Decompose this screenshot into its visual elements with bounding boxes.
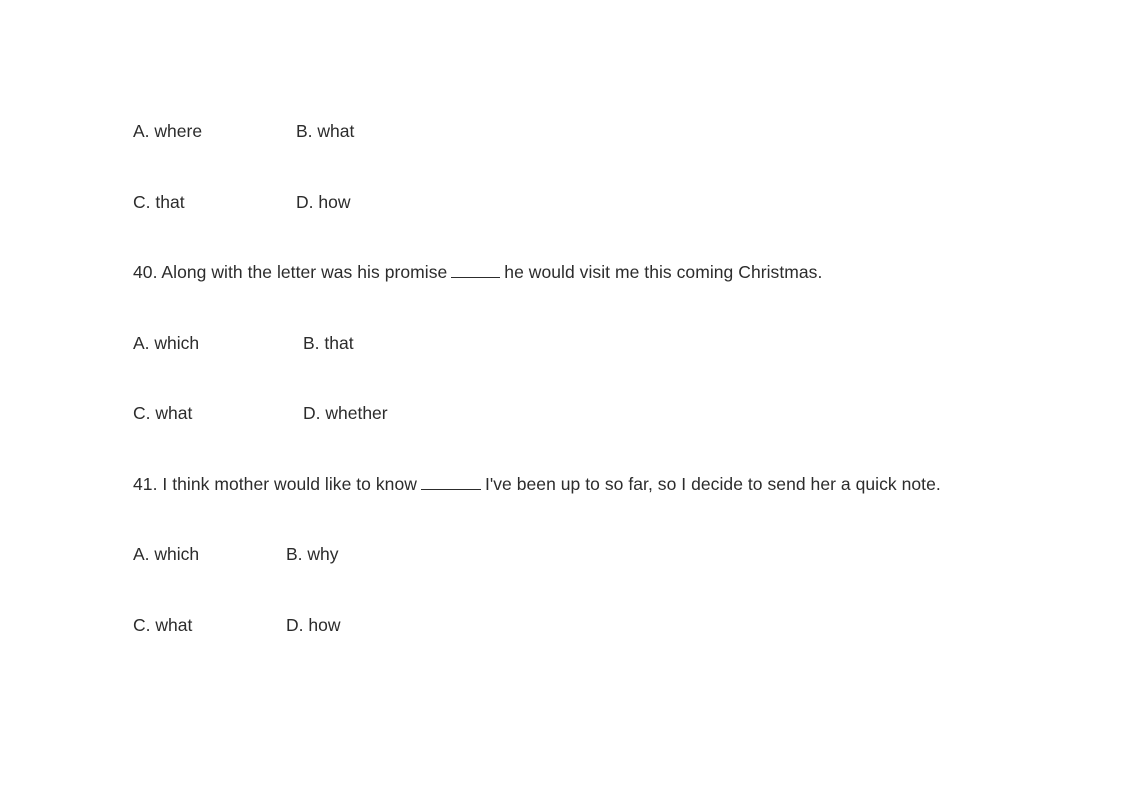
question-41-text-after-blank: I've been up to so far, so I decide to s…	[484, 473, 941, 494]
option-b[interactable]: B. why	[286, 542, 339, 566]
option-c[interactable]: C. that	[133, 190, 185, 214]
question-40-text-after-blank: he would visit me this coming Christmas.	[504, 262, 823, 282]
question-41-text-before-blank: 41. I think mother would like to know	[133, 473, 417, 494]
question-stem-41: 41. I think mother would like to know I'v…	[133, 472, 1093, 543]
question-stem-40: 40. Along with the letter was his promis…	[133, 260, 1093, 331]
option-d[interactable]: D. whether	[303, 401, 388, 425]
option-c[interactable]: C. what	[133, 613, 192, 637]
option-row: C. what D. whether	[133, 401, 1093, 472]
document-page: A. where B. what C. that D. how 40. Alon…	[0, 0, 1123, 794]
option-d[interactable]: D. how	[286, 613, 340, 637]
option-row: C. what D. how	[133, 613, 1093, 684]
option-row: C. that D. how	[133, 190, 1093, 261]
answer-blank-40[interactable]	[451, 264, 501, 278]
question-content-area: A. where B. what C. that D. how 40. Alon…	[133, 119, 1093, 683]
option-d[interactable]: D. how	[296, 190, 350, 214]
option-row: A. which B. why	[133, 542, 1093, 613]
option-row: A. where B. what	[133, 119, 1093, 190]
answer-blank-41[interactable]	[420, 476, 481, 490]
option-a[interactable]: A. which	[133, 331, 199, 355]
option-c[interactable]: C. what	[133, 401, 192, 425]
option-a[interactable]: A. which	[133, 542, 199, 566]
option-b[interactable]: B. that	[303, 331, 354, 355]
option-row: A. which B. that	[133, 331, 1093, 402]
option-b[interactable]: B. what	[296, 119, 354, 143]
option-a[interactable]: A. where	[133, 119, 202, 143]
question-40-text-before-blank: 40. Along with the letter was his promis…	[133, 262, 448, 282]
